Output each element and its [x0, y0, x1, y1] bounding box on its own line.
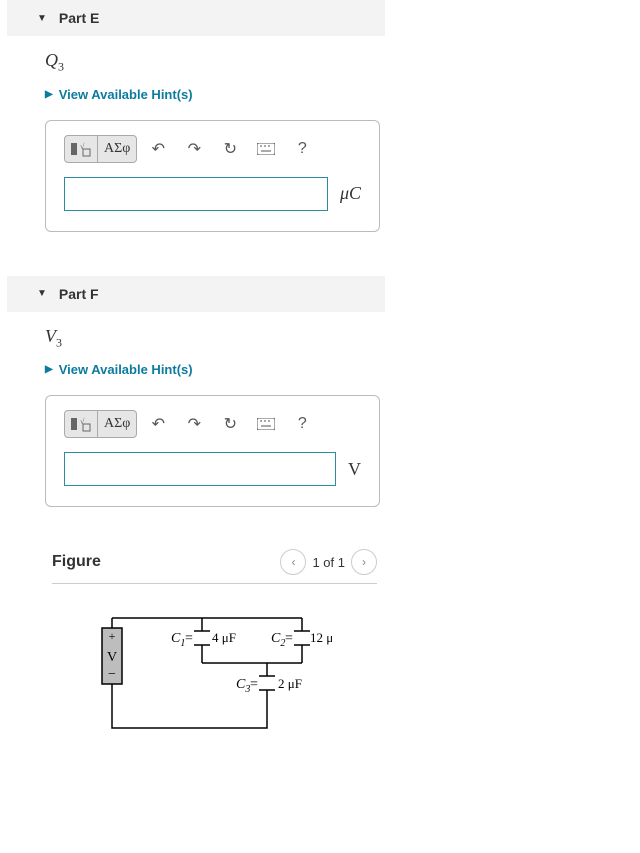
part-e-answer-box: √ ΑΣφ ↶ ↷ ↻ ? μC [45, 120, 380, 232]
svg-text:−: − [108, 667, 116, 682]
figure-next-button[interactable]: › [351, 549, 377, 575]
part-f-unit: V [348, 459, 361, 480]
template-icon: √ [71, 141, 91, 157]
reset-button[interactable]: ↻ [215, 410, 245, 438]
part-e-header[interactable]: ▼ Part E [7, 0, 385, 36]
redo-button[interactable]: ↷ [179, 135, 209, 163]
redo-button[interactable]: ↷ [179, 410, 209, 438]
template-button[interactable]: √ [64, 410, 98, 438]
svg-text:=: = [285, 631, 293, 646]
svg-text:+: + [109, 629, 116, 643]
caret-down-icon: ▼ [37, 13, 47, 24]
part-e-answer-input[interactable] [64, 177, 328, 211]
reset-button[interactable]: ↻ [215, 135, 245, 163]
part-e-hints-link[interactable]: ▶ View Available Hint(s) [45, 87, 600, 102]
circuit-diagram: + V − C1 = 4 μF C2 = 12 μF C3 = 2 μF [52, 594, 377, 755]
svg-text:C1: C1 [171, 631, 185, 649]
symbols-button[interactable]: ΑΣφ [98, 410, 137, 438]
svg-text:2 μF: 2 μF [278, 676, 302, 691]
part-f-header[interactable]: ▼ Part F [7, 276, 385, 312]
svg-text:=: = [250, 677, 258, 692]
svg-text:4 μF: 4 μF [212, 630, 236, 645]
svg-text:C2: C2 [271, 631, 285, 649]
reset-icon: ↻ [224, 139, 237, 159]
figure-nav: ‹ 1 of 1 › [280, 549, 377, 575]
caret-right-icon: ▶ [45, 364, 53, 375]
reset-icon: ↻ [224, 414, 237, 434]
figure-prev-button[interactable]: ‹ [280, 549, 306, 575]
undo-icon: ↶ [152, 139, 165, 159]
help-button[interactable]: ? [287, 135, 317, 163]
part-e-body: Q3 ▶ View Available Hint(s) √ ΑΣφ ↶ ↷ [0, 50, 640, 252]
part-f-hints-link[interactable]: ▶ View Available Hint(s) [45, 362, 600, 377]
part-f-answer-input[interactable] [64, 452, 336, 486]
svg-text:V: V [107, 650, 117, 665]
part-f-answer-box: √ ΑΣφ ↶ ↷ ↻ ? V [45, 395, 380, 507]
undo-button[interactable]: ↶ [143, 410, 173, 438]
part-f-variable: V3 [45, 326, 600, 351]
keyboard-icon [257, 143, 275, 155]
keyboard-button[interactable] [251, 135, 281, 163]
part-f-body: V3 ▶ View Available Hint(s) √ ΑΣφ ↶ ↷ [0, 326, 640, 528]
undo-button[interactable]: ↶ [143, 135, 173, 163]
part-e-toolbar: √ ΑΣφ ↶ ↷ ↻ ? [64, 135, 361, 163]
svg-text:C3: C3 [236, 677, 250, 695]
redo-icon: ↷ [188, 414, 201, 434]
figure-title: Figure [52, 553, 101, 571]
part-f-title: Part F [59, 286, 99, 302]
template-icon: √ [71, 416, 91, 432]
part-e-variable: Q3 [45, 50, 600, 75]
svg-text:12 μF: 12 μF [310, 630, 332, 645]
help-button[interactable]: ? [287, 410, 317, 438]
caret-right-icon: ▶ [45, 89, 53, 100]
symbols-button[interactable]: ΑΣφ [98, 135, 137, 163]
chevron-left-icon: ‹ [291, 555, 295, 569]
keyboard-button[interactable] [251, 410, 281, 438]
redo-icon: ↷ [188, 139, 201, 159]
help-icon: ? [298, 140, 307, 158]
chevron-right-icon: › [362, 555, 366, 569]
template-button[interactable]: √ [64, 135, 98, 163]
part-e-title: Part E [59, 10, 99, 26]
help-icon: ? [298, 415, 307, 433]
part-f-toolbar: √ ΑΣφ ↶ ↷ ↻ ? [64, 410, 361, 438]
undo-icon: ↶ [152, 414, 165, 434]
hints-label: View Available Hint(s) [59, 87, 193, 102]
svg-text:=: = [185, 631, 193, 646]
figure-section: Figure ‹ 1 of 1 › [52, 549, 377, 755]
keyboard-icon [257, 418, 275, 430]
figure-counter: 1 of 1 [312, 555, 345, 570]
hints-label: View Available Hint(s) [59, 362, 193, 377]
caret-down-icon: ▼ [37, 288, 47, 299]
part-e-unit: μC [340, 183, 361, 204]
